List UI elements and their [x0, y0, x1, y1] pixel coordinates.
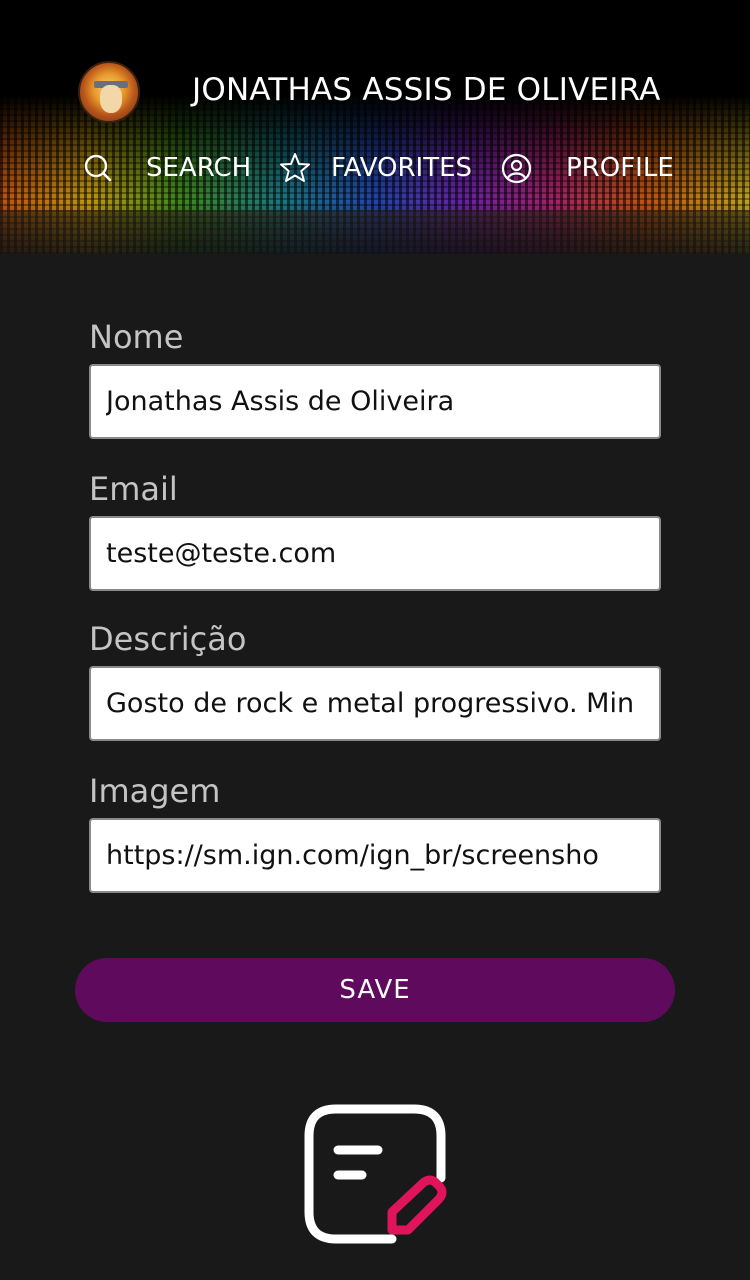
email-label: Email — [89, 470, 178, 508]
email-field[interactable] — [89, 516, 661, 591]
nav-search-label: SEARCH — [146, 153, 252, 183]
header-banner: JONATHAS ASSIS DE OLIVEIRA SEARCH FAVORI… — [0, 0, 750, 254]
name-label: Nome — [89, 318, 184, 356]
avatar-face — [100, 85, 122, 113]
image-url-field[interactable] — [89, 818, 661, 893]
image-label: Imagem — [89, 772, 221, 810]
name-field[interactable] — [89, 364, 661, 439]
nav-favorites[interactable]: FAVORITES — [279, 148, 472, 188]
user-name-title: JONATHAS ASSIS DE OLIVEIRA — [192, 72, 661, 108]
user-circle-icon — [501, 153, 532, 184]
description-field[interactable] — [89, 666, 661, 741]
description-label: Descrição — [89, 620, 247, 658]
nav-profile-label: PROFILE — [566, 153, 674, 183]
equalizer-reflection — [0, 210, 750, 254]
nav-favorites-label: FAVORITES — [331, 153, 473, 183]
save-button[interactable]: SAVE — [75, 958, 675, 1022]
edit-document-icon — [300, 1100, 450, 1250]
nav-profile[interactable]: PROFILE — [501, 148, 674, 188]
nav-search[interactable]: SEARCH — [84, 148, 251, 188]
search-icon — [84, 154, 112, 182]
star-icon — [279, 152, 311, 184]
avatar[interactable] — [78, 61, 140, 123]
